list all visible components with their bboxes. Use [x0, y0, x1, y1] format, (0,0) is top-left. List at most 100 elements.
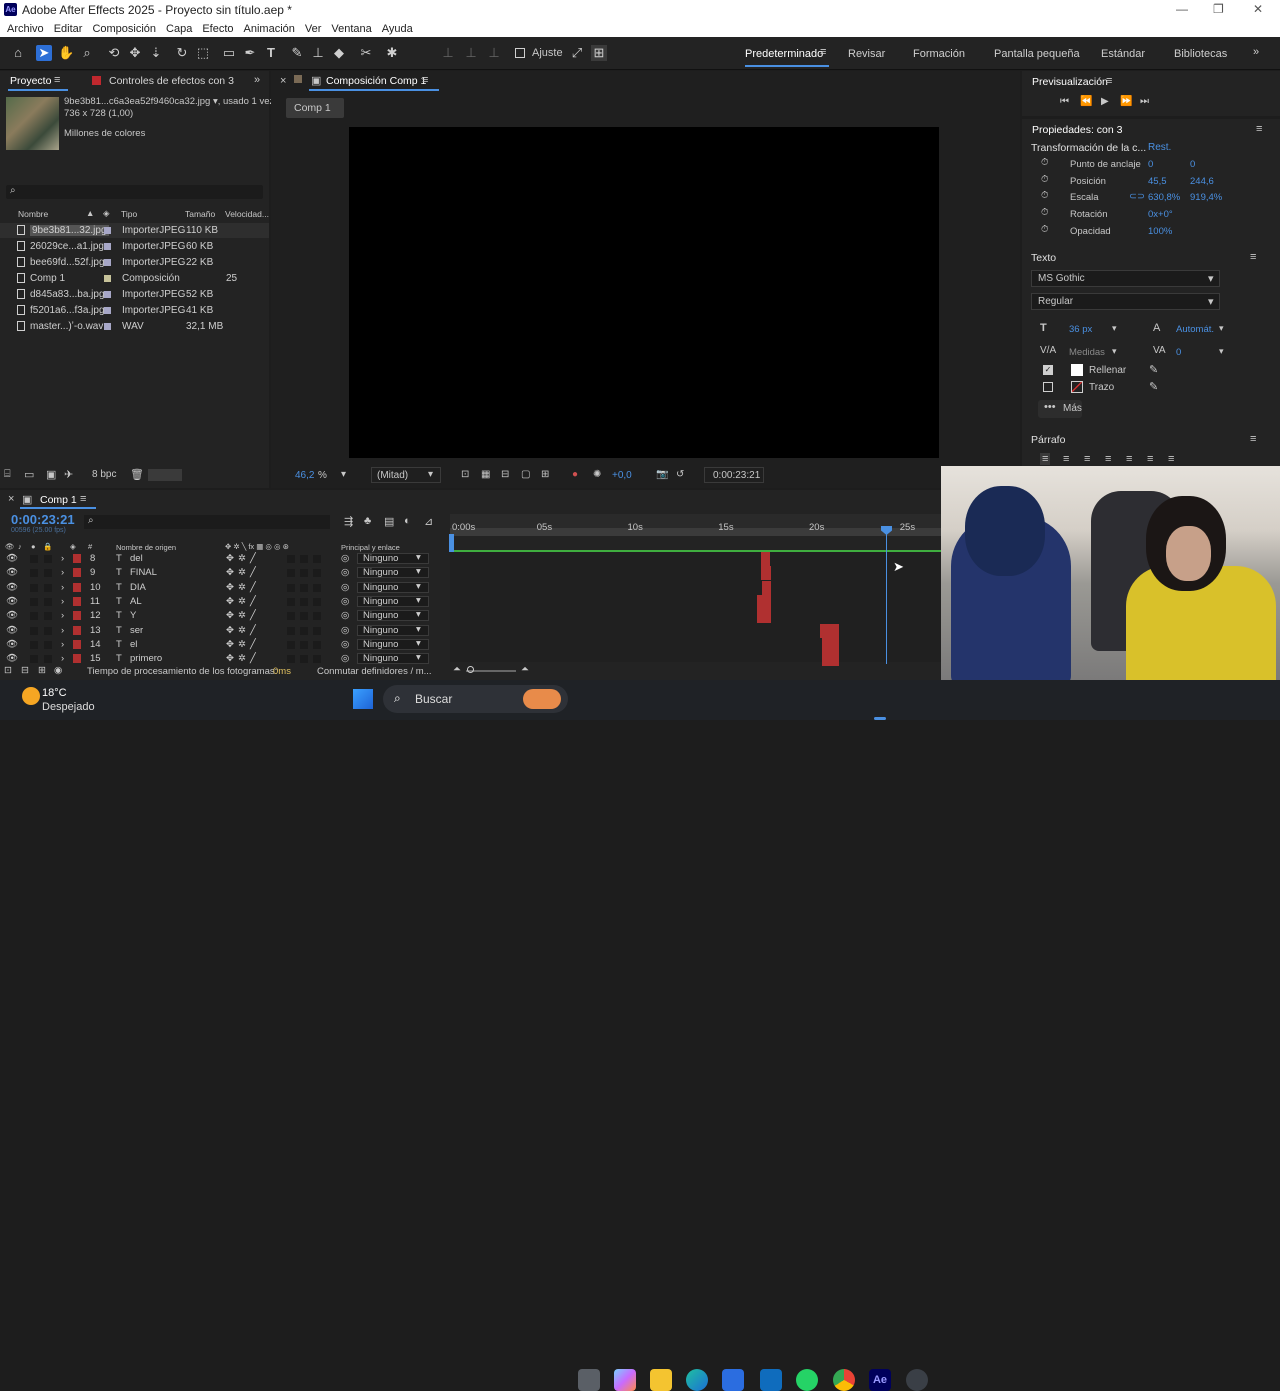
flowchart-icon[interactable]: ✈ — [64, 468, 73, 481]
project-item[interactable]: master...)ʼ-o.wav WAV 32,1 MB — [0, 319, 269, 334]
more-button[interactable]: ••• Más — [1038, 400, 1082, 418]
weather-text[interactable]: Despejado — [42, 701, 95, 713]
outlook-icon[interactable] — [760, 1369, 782, 1391]
layer-duration-bar[interactable] — [756, 609, 772, 624]
display-icon[interactable]: ⊞ — [541, 469, 549, 480]
zoom-slider-knob[interactable] — [467, 666, 474, 673]
fill-swatch[interactable] — [1071, 364, 1083, 376]
tab-effect-controls[interactable]: Controles de efectos con 3 — [109, 75, 234, 87]
snapshot-icon[interactable]: 📷 — [656, 469, 668, 480]
comp-timecode[interactable]: 0:00:23:21 — [704, 467, 764, 483]
stopwatch-icon[interactable]: ⏱ — [1041, 157, 1048, 168]
pan-tool-icon[interactable]: ✥ — [127, 45, 143, 61]
edge-icon[interactable] — [686, 1369, 708, 1391]
playhead-line[interactable] — [886, 534, 887, 664]
link-icon[interactable]: ⊂⊃ — [1129, 191, 1145, 202]
stopwatch-icon[interactable]: ⏱ — [1041, 224, 1048, 235]
stroke-eyedropper-icon[interactable]: ✎ — [1149, 380, 1158, 393]
transparency-icon[interactable]: ▦ — [481, 469, 490, 480]
col-nombre[interactable]: Nombre — [18, 209, 48, 219]
stroke-checkbox[interactable] — [1043, 382, 1053, 392]
dolly-tool-icon[interactable]: ⇣ — [148, 45, 164, 61]
kerning-value[interactable]: Medidas — [1069, 347, 1105, 358]
menu-editar[interactable]: Editar — [54, 23, 83, 35]
transform-value-2[interactable]: 0 — [1190, 159, 1195, 170]
col-velocidad[interactable]: Velocidad... — [225, 209, 269, 219]
leading-chevron-icon[interactable]: ▾ — [1219, 323, 1224, 334]
project-item[interactable]: 26029ce...a1.jpg ImporterJPEG 60 KB — [0, 239, 269, 254]
project-item[interactable]: bee69fd...52f.jpg ImporterJPEG 22 KB — [0, 255, 269, 270]
resolution-select[interactable]: (Mitad) ▾ — [371, 467, 441, 483]
toggle-switches-button[interactable]: Conmutar definidores / m... — [317, 666, 432, 677]
more-workspaces-icon[interactable]: » — [1253, 46, 1259, 58]
roto-tool-icon[interactable]: ✂ — [358, 45, 374, 61]
transform-value-1[interactable]: 0x+0° — [1148, 209, 1173, 220]
justify-left-icon[interactable]: ≡ — [1105, 453, 1111, 465]
project-item[interactable]: Comp 1 Composición 25 — [0, 271, 269, 286]
menu-ver[interactable]: Ver — [305, 23, 322, 35]
whatsapp-icon[interactable] — [796, 1369, 818, 1391]
start-icon[interactable] — [353, 689, 373, 709]
anchor-tool-icon[interactable]: ⬚ — [195, 45, 211, 61]
justify-right-icon[interactable]: ≡ — [1147, 453, 1153, 465]
transform-value-2[interactable]: 244,6 — [1190, 176, 1214, 187]
maximize-button[interactable]: ❐ — [1213, 2, 1224, 16]
menu-efecto[interactable]: Efecto — [202, 23, 233, 35]
footer-slider[interactable] — [148, 469, 182, 481]
comp-tab-menu-icon[interactable]: ≡ — [422, 74, 428, 86]
workspace-revisar[interactable]: Revisar — [848, 48, 885, 60]
workspace-formacion[interactable]: Formación — [913, 48, 965, 60]
zoom-out-icon[interactable]: ⏶ — [453, 664, 461, 675]
file-explorer-icon[interactable] — [650, 1369, 672, 1391]
footer-icon-d[interactable]: ◉ — [54, 665, 62, 676]
snap-grid-icon[interactable]: ⊞ — [591, 45, 607, 61]
color-channels-icon[interactable]: ● — [572, 469, 578, 480]
align-left-icon[interactable]: ≡ — [1040, 453, 1051, 465]
lock-icon[interactable] — [294, 75, 302, 83]
interpret-footage-icon[interactable]: ⌸ — [4, 468, 11, 481]
tab-composicion[interactable]: Composición Comp 1 — [326, 75, 426, 87]
selection-tool-icon[interactable]: ➤ — [36, 45, 52, 61]
stroke-swatch[interactable] — [1071, 381, 1083, 393]
panel-overflow-icon[interactable]: » — [254, 74, 260, 86]
transform-value-2[interactable]: 919,4% — [1190, 192, 1222, 203]
properties-menu-icon[interactable]: ≡ — [1256, 123, 1262, 135]
layer-duration-bar[interactable] — [756, 594, 772, 609]
weather-icon[interactable] — [22, 687, 40, 705]
view-options-icon[interactable]: ▢ — [521, 469, 530, 480]
footer-icon-c[interactable]: ⊞ — [38, 665, 46, 676]
zoom-value[interactable]: 46,2 — [295, 470, 314, 481]
mask-icon[interactable]: ⊟ — [501, 469, 509, 480]
home-icon[interactable]: ⌂ — [10, 45, 26, 61]
menu-animacion[interactable]: Animación — [244, 23, 295, 35]
play-icon[interactable]: ▶ — [1101, 96, 1109, 107]
next-frame-icon[interactable]: ⏩ — [1120, 96, 1132, 107]
new-folder-icon[interactable]: ▭ — [24, 468, 34, 481]
transform-value-1[interactable]: 100% — [1148, 226, 1172, 237]
exposure-value[interactable]: +0,0 — [612, 470, 632, 481]
menu-composicion[interactable]: Composición — [92, 23, 156, 35]
menu-ayuda[interactable]: Ayuda — [382, 23, 413, 35]
paragraph-menu-icon[interactable]: ≡ — [1250, 433, 1256, 445]
puppet-tool-icon[interactable]: ✱ — [384, 45, 400, 61]
task-view-icon[interactable] — [578, 1369, 600, 1391]
font-size-chevron-icon[interactable]: ▾ — [1112, 323, 1117, 334]
workspace-bibliotecas[interactable]: Bibliotecas — [1174, 48, 1227, 60]
prev-frame-icon[interactable]: ⏪ — [1080, 96, 1092, 107]
project-search-input[interactable]: ⌕ — [6, 185, 263, 199]
tab-proyecto[interactable]: Proyecto — [10, 75, 51, 87]
new-comp-icon[interactable]: ▣ — [46, 468, 56, 481]
col-tipo[interactable]: Tipo — [121, 209, 137, 219]
fill-checkbox[interactable]: ✓ — [1043, 365, 1053, 375]
workspace-menu-icon[interactable]: ≡ — [820, 46, 826, 58]
stopwatch-icon[interactable]: ⏱ — [1041, 190, 1048, 201]
axis-view-icon[interactable]: ⊥ — [486, 45, 502, 61]
zoom-dropdown-icon[interactable]: ▾ — [341, 469, 346, 480]
comp-chip[interactable]: Comp 1 — [286, 98, 344, 118]
stopwatch-icon[interactable]: ⏱ — [1041, 207, 1048, 218]
rotate-tool-icon[interactable]: ↻ — [174, 45, 190, 61]
rectangle-tool-icon[interactable]: ▭ — [221, 45, 237, 61]
trash-icon[interactable]: 🗑 — [130, 468, 144, 481]
kerning-chevron-icon[interactable]: ▾ — [1112, 346, 1117, 357]
font-style-select[interactable]: Regular ▾ — [1031, 293, 1220, 310]
